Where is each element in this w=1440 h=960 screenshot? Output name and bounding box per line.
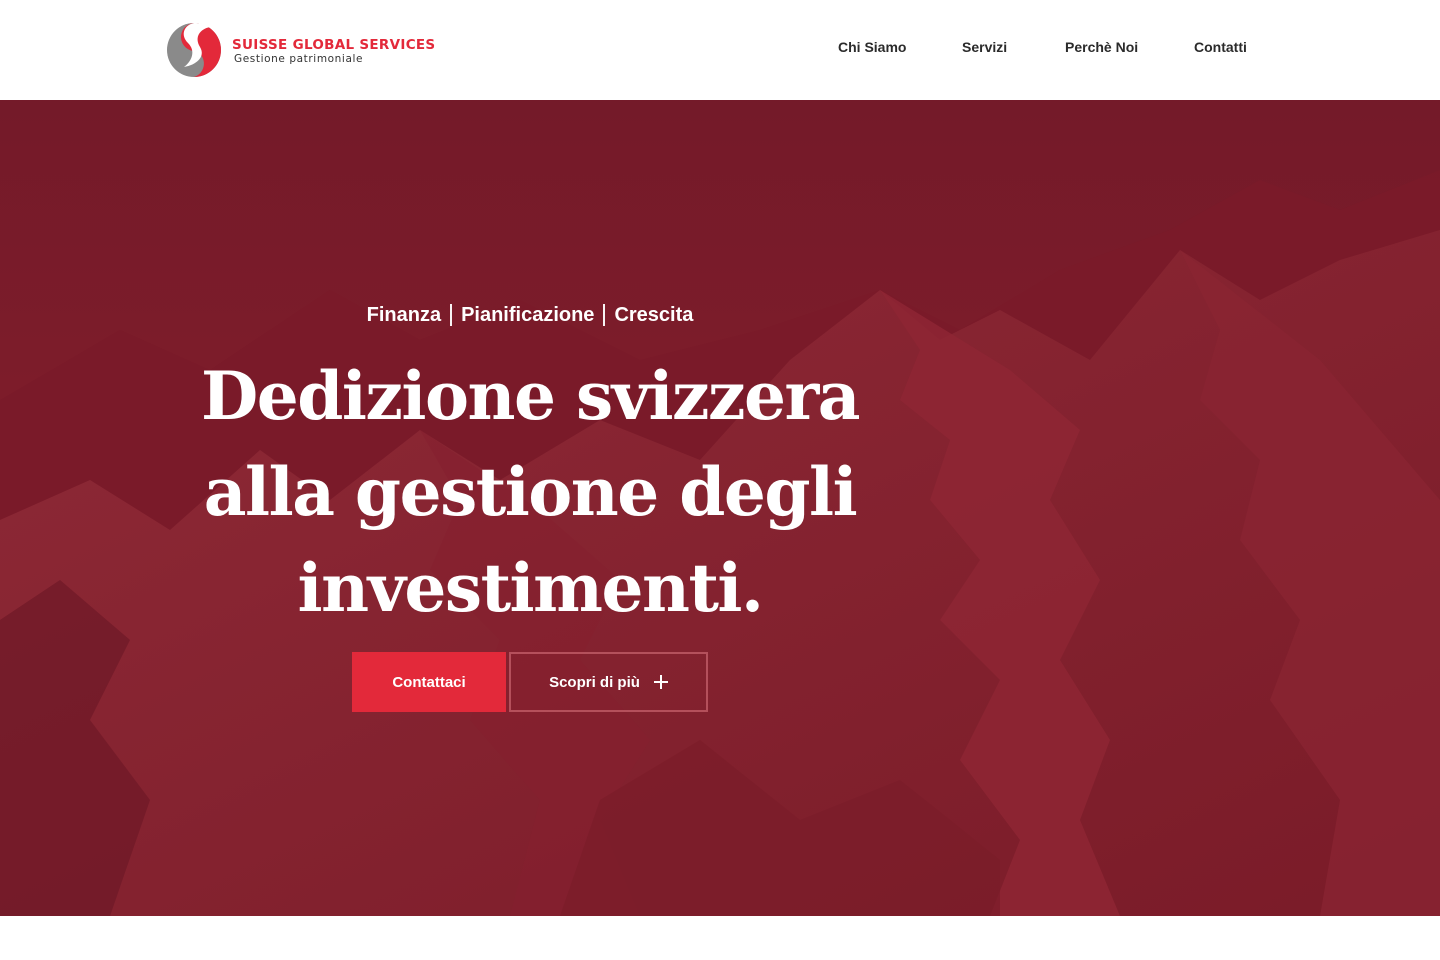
site-header: SUISSE GLOBAL SERVICES Gestione patrimon…: [0, 0, 1440, 100]
tagline-item-finanza: Finanza: [366, 304, 442, 326]
nav-item-chi-siamo[interactable]: Chi Siamo: [838, 39, 906, 55]
nav-item-contatti[interactable]: Contatti: [1194, 39, 1247, 55]
plus-icon: [653, 675, 668, 689]
nav-item-perche-noi[interactable]: Perchè Noi: [1065, 39, 1138, 55]
headline-line-2: alla gestione degli: [203, 453, 858, 531]
hero-headline: Dedizione svizzera alla gestione degli i…: [200, 348, 861, 636]
hero-tagline: Finanza Pianificazione Crescita: [200, 300, 860, 330]
hero-cta-row: Contattaci Scopri di più: [352, 652, 712, 712]
tagline-item-crescita: Crescita: [614, 304, 694, 326]
tagline-divider: [450, 304, 453, 326]
hero-content: Finanza Pianificazione Crescita Dedizion…: [200, 300, 861, 636]
hero-section: Finanza Pianificazione Crescita Dedizion…: [0, 100, 1440, 916]
page-below-hero: [0, 916, 1440, 960]
contattaci-button[interactable]: Contattaci: [352, 652, 506, 712]
scopri-di-piu-label: Scopri di più: [549, 673, 640, 691]
tagline-divider: [603, 304, 606, 326]
headline-line-3: investimenti.: [297, 549, 764, 627]
scopri-di-piu-button[interactable]: Scopri di più: [509, 652, 708, 712]
main-nav: Chi Siamo Servizi Perchè Noi Contatti: [0, 39, 1440, 61]
tagline-item-pianificazione: Pianificazione: [461, 304, 595, 326]
nav-item-servizi[interactable]: Servizi: [962, 39, 1007, 55]
headline-line-1: Dedizione svizzera: [200, 357, 861, 435]
